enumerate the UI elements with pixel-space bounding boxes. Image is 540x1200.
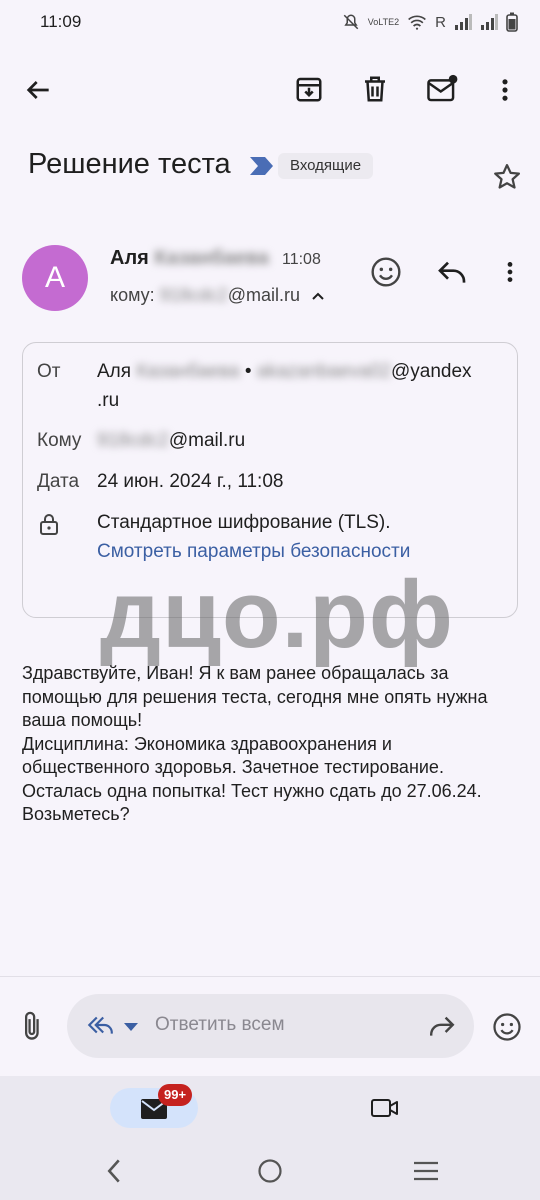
wifi-icon [407, 14, 427, 30]
date-label: Дата [37, 471, 80, 492]
archive-icon[interactable] [294, 74, 324, 104]
star-icon[interactable] [492, 162, 522, 192]
chevron-up-icon[interactable] [311, 291, 325, 301]
volte-icon: VoLTE2 [367, 16, 400, 27]
dropdown-caret-icon[interactable] [123, 1022, 139, 1032]
important-marker-icon[interactable] [249, 155, 275, 177]
unread-badge: 99+ [158, 1084, 193, 1106]
recipient-redacted: 918cdc2 [159, 285, 228, 305]
signal-icon-1 [454, 14, 472, 30]
from-value: Аля Казанбаева • akazanbaeva02@yandex .r… [97, 357, 472, 415]
system-menu-icon[interactable] [412, 1160, 440, 1182]
reply-icon[interactable] [436, 258, 468, 286]
from-label: От [37, 361, 61, 382]
recipient-domain: @mail.ru [227, 285, 301, 305]
encryption-text: Стандартное шифрование (TLS). [97, 512, 391, 533]
message-more-icon[interactable] [500, 259, 520, 285]
nav-meet-tab[interactable] [370, 1096, 400, 1120]
forward-icon[interactable] [427, 1014, 457, 1038]
mute-icon [342, 13, 360, 31]
to-redacted: 918cdc2 [97, 430, 169, 451]
emoji-react-icon[interactable] [370, 256, 402, 288]
status-icons: VoLTE2 R [342, 12, 518, 32]
email-subject: Решение теста [28, 148, 231, 180]
more-vert-icon[interactable] [494, 76, 516, 104]
to-label: Кому [37, 430, 82, 451]
roaming-label: R [435, 13, 446, 31]
from-email-redacted: akazanbaeva02 [256, 361, 391, 382]
signal-icon-2 [480, 14, 498, 30]
from-domain-line2: .ru [97, 390, 120, 411]
to-domain: @mail.ru [168, 430, 246, 451]
system-back-icon[interactable] [104, 1158, 124, 1184]
watermark: дцо.рф [100, 561, 454, 668]
lock-icon [39, 513, 59, 535]
back-arrow-icon[interactable] [22, 74, 54, 106]
from-domain-line1: @yandex [390, 361, 472, 382]
divider [0, 976, 540, 977]
sender-first-name: Аля [110, 247, 149, 269]
sender-time: 11:08 [282, 251, 321, 268]
sender-name: Аля Казанбаева [110, 247, 269, 270]
recipient-prefix: кому: [110, 285, 155, 305]
email-body: Здравствуйте, Иван! Я к вам ранее обраща… [22, 663, 488, 824]
attach-icon[interactable] [20, 1010, 46, 1042]
reply-all-icon[interactable] [85, 1012, 115, 1038]
from-name-redacted: Казанбаева [136, 361, 240, 382]
battery-icon [506, 12, 518, 32]
to-value: 918cdc2@mail.ru [97, 426, 245, 455]
reply-all-bar[interactable]: Ответить всем [67, 994, 474, 1058]
bottom-navigation: 99+ [0, 1076, 540, 1200]
date-value: 24 июн. 2024 г., 11:08 [97, 471, 284, 492]
from-name: Аля [97, 361, 132, 382]
emoji-icon[interactable] [492, 1012, 522, 1042]
reply-placeholder: Ответить всем [155, 1014, 285, 1035]
system-home-icon[interactable] [257, 1158, 283, 1184]
recipient-line[interactable]: кому: 918cdc2@mail.ru [110, 285, 325, 306]
sender-avatar[interactable]: A [22, 245, 88, 311]
from-separator: • [244, 361, 252, 382]
mark-unread-icon[interactable] [426, 74, 458, 104]
sender-surname-redacted: Казанбаева [154, 247, 269, 269]
status-bar: 11:09 VoLTE2 R [0, 0, 540, 48]
status-time: 11:09 [40, 12, 82, 31]
inbox-label-chip[interactable]: Входящие [278, 153, 374, 179]
delete-icon[interactable] [360, 74, 390, 104]
